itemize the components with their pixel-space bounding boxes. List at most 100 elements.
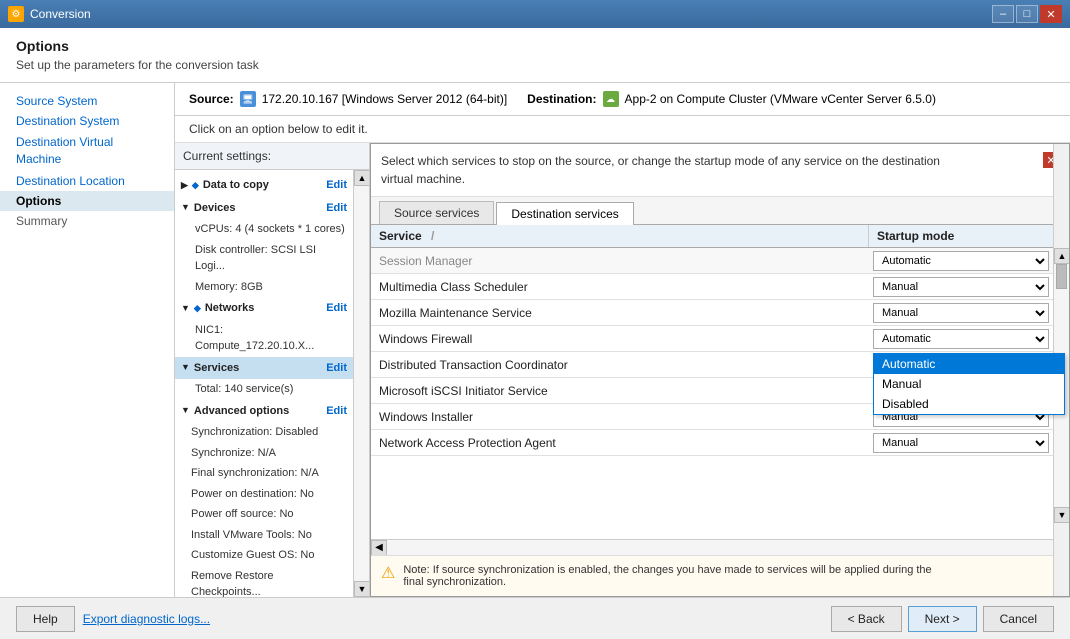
service-startup[interactable]: Automatic [869, 249, 1069, 273]
sidebar-item-summary[interactable]: Summary [0, 211, 174, 231]
header-section: Options Set up the parameters for the co… [0, 28, 1070, 83]
final-sync-item: Final synchronization: N/A [175, 463, 353, 484]
next-button[interactable]: Next > [908, 606, 977, 632]
service-startup[interactable]: Automatic Automatic Manual Disabled [869, 327, 1069, 351]
table-row: Windows Firewall Automatic Automatic [371, 326, 1069, 352]
services-table-container: Service / Startup mode [371, 225, 1069, 555]
devices-arrow: ▼ [181, 201, 190, 215]
close-button[interactable]: ✕ [1040, 5, 1062, 23]
source-server-icon: 🖥 [240, 91, 256, 107]
help-button[interactable]: Help [16, 606, 75, 632]
services-edit[interactable]: Edit [326, 360, 347, 377]
note-area: ⚠ Note: If source synchronization is ena… [371, 555, 1069, 596]
data-copy-arrow: ▶ [181, 179, 188, 193]
tab-source-services[interactable]: Source services [379, 201, 494, 224]
service-name: Session Manager [371, 251, 869, 271]
service-startup[interactable]: Manual [869, 275, 1069, 299]
startup-select[interactable]: Manual [873, 277, 1049, 297]
service-name: Microsoft iSCSI Initiator Service [371, 381, 869, 401]
sidebar-item-options: Options [0, 191, 174, 211]
title-bar: ⚙ Conversion – □ ✕ [0, 0, 1070, 28]
cancel-button[interactable]: Cancel [983, 606, 1054, 632]
table-row: Multimedia Class Scheduler Manual [371, 274, 1069, 300]
source-label: Source: [189, 92, 234, 106]
back-button[interactable]: < Back [831, 606, 902, 632]
customize-guest-item: Customize Guest OS: No [175, 545, 353, 566]
table-scroll-up[interactable]: ▲ [1054, 248, 1069, 264]
instruction-text: Click on an option below to edit it. [175, 116, 1070, 143]
remove-restore-item: Remove Restore Checkpoints... [175, 566, 353, 598]
services-arrow: ▼ [181, 361, 190, 375]
scroll-up-btn[interactable]: ▲ [354, 170, 369, 186]
table-header: Service / Startup mode [371, 225, 1069, 248]
source-dest-bar: Source: 🖥 172.20.10.167 [Windows Server … [175, 83, 1070, 116]
note-text: Note: If source synchronization is enabl… [403, 564, 931, 588]
right-panel: Source: 🖥 172.20.10.167 [Windows Server … [175, 83, 1070, 597]
service-name: Windows Firewall [371, 329, 869, 349]
table-scroll-down[interactable]: ▼ [1054, 507, 1069, 523]
sort-separator: / [431, 229, 434, 243]
service-name: Network Access Protection Agent [371, 433, 869, 453]
startup-select[interactable]: Automatic [873, 251, 1049, 271]
dropdown-option-automatic[interactable]: Automatic [874, 354, 1064, 374]
startup-select[interactable]: Manual [873, 433, 1049, 453]
disk-item: Disk controller: SCSI LSI Logi... [175, 240, 353, 277]
scroll-track [354, 186, 369, 581]
dropdown-option-disabled[interactable]: Disabled [874, 394, 1064, 414]
advanced-options-section: ▼ Advanced options Edit [175, 400, 353, 423]
h-scroll-left-btn[interactable]: ◀ [371, 540, 387, 556]
devices-edit[interactable]: Edit [326, 200, 347, 217]
service-startup[interactable]: Manual [869, 301, 1069, 325]
dest-label: Destination: [527, 92, 596, 106]
left-nav: Source System Destination System Destina… [0, 83, 175, 597]
page-title: Options [16, 38, 1054, 54]
table-scroll[interactable]: ▲ ▼ Session Manager [371, 248, 1069, 539]
dropdown-option-manual[interactable]: Manual [874, 374, 1064, 394]
tab-destination-services[interactable]: Destination services [496, 202, 633, 225]
table-row: Network Access Protection Agent Manual [371, 430, 1069, 456]
startup-select[interactable]: Automatic [873, 329, 1049, 349]
scroll-down-btn[interactable]: ▼ [354, 581, 369, 597]
minimize-button[interactable]: – [992, 5, 1014, 23]
power-source-item: Power off source: No [175, 504, 353, 525]
service-startup[interactable]: Manual [869, 431, 1069, 455]
table-row: Session Manager Automatic [371, 248, 1069, 274]
data-to-copy-edit[interactable]: Edit [326, 177, 347, 194]
service-name: Multimedia Class Scheduler [371, 277, 869, 297]
settings-header: Current settings: [175, 143, 369, 170]
synchronize-item: Synchronize: N/A [175, 443, 353, 464]
content-area: Source System Destination System Destina… [0, 83, 1070, 597]
total-services-item: Total: 140 service(s) [175, 379, 353, 400]
sidebar-item-destination-system[interactable]: Destination System [0, 111, 174, 131]
page-subtitle: Set up the parameters for the conversion… [16, 58, 1054, 72]
networks-edit[interactable]: Edit [326, 300, 347, 317]
window-controls: – □ ✕ [992, 5, 1062, 23]
dialog-header: Select which services to stop on the sou… [371, 144, 1069, 197]
dest-text: App-2 on Compute Cluster (VMware vCenter… [625, 92, 936, 106]
settings-scrollbar: ▲ ▼ [353, 170, 369, 597]
networks-arrow: ▼ [181, 302, 190, 316]
sidebar-item-destination-vm[interactable]: Destination Virtual Machine [0, 131, 174, 171]
sync-disabled-item: Synchronization: Disabled [175, 422, 353, 443]
export-logs-button[interactable]: Export diagnostic logs... [83, 612, 210, 626]
settings-scroll[interactable]: ▲ ▼ ▶ ◆ Data to copy Edit [175, 170, 369, 597]
devices-section: ▼ Devices Edit [175, 197, 353, 220]
maximize-button[interactable]: □ [1016, 5, 1038, 23]
networks-label: Networks [205, 300, 255, 317]
diamond-icon: ◆ [192, 179, 199, 193]
services-section: ▼ Services Edit [175, 357, 353, 380]
window-title: Conversion [30, 7, 91, 21]
sidebar-item-destination-location[interactable]: Destination Location [0, 171, 174, 191]
startup-select[interactable]: Manual [873, 303, 1049, 323]
install-vmware-item: Install VMware Tools: No [175, 525, 353, 546]
devices-label: Devices [194, 200, 236, 217]
vcpus-item: vCPUs: 4 (4 sockets * 1 cores) [175, 219, 353, 240]
advanced-edit[interactable]: Edit [326, 403, 347, 420]
h-scroll-track [387, 540, 1053, 555]
source-text: 172.20.10.167 [Windows Server 2012 (64-b… [262, 92, 507, 106]
diamond-networks-icon: ◆ [194, 302, 201, 316]
sidebar-item-source-system[interactable]: Source System [0, 91, 174, 111]
services-dialog: Select which services to stop on the sou… [370, 143, 1070, 597]
footer: Help Export diagnostic logs... < Back Ne… [0, 597, 1070, 639]
footer-right: < Back Next > Cancel [831, 606, 1054, 632]
